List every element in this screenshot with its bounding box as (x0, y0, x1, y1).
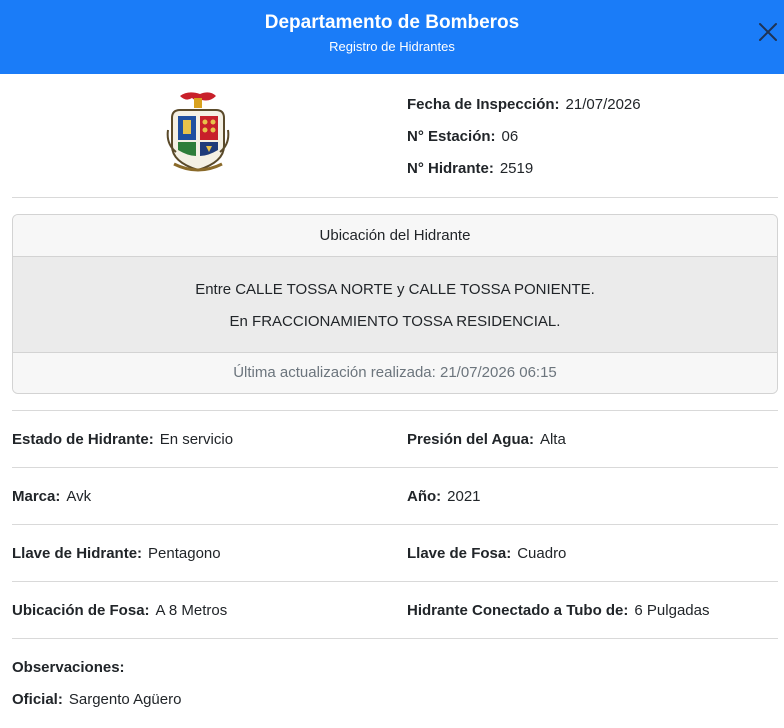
header-title: Departamento de Bomberos (264, 12, 520, 33)
brand-field: Marca: Avk (12, 485, 91, 509)
location-card: Ubicación del Hidrante Entre CALLE TOSSA… (12, 214, 778, 394)
inspection-date-value: 21/07/2026 (565, 96, 641, 113)
pit-key-field: Llave de Fosa: Cuadro (407, 542, 566, 566)
hydrant-number-label: N° Hidrante: (407, 160, 494, 177)
pipe-size-label: Hidrante Conectado a Tubo de: (407, 602, 629, 619)
hydrant-number-row: N° Hidrante: 2519 (407, 157, 641, 189)
inspection-date-label: Fecha de Inspección: (407, 96, 560, 113)
water-pressure-field: Presión del Agua: Alta (407, 428, 566, 452)
header-subtitle: Registro de Hidrantes (329, 39, 455, 54)
fire-department-logo (166, 90, 230, 174)
location-card-body: Entre CALLE TOSSA NORTE y CALLE TOSSA PO… (13, 257, 777, 353)
water-pressure-label: Presión del Agua: (407, 431, 534, 448)
water-pressure-value: Alta (539, 431, 566, 448)
location-card-header: Ubicación del Hidrante (13, 215, 777, 257)
pipe-size-field: Hidrante Conectado a Tubo de: 6 Pulgadas (407, 599, 709, 623)
pit-key-label: Llave de Fosa: (407, 545, 512, 562)
observations-field: Observaciones: (12, 656, 131, 680)
pit-location-label: Ubicación de Fosa: (12, 602, 150, 619)
officer-label: Oficial: (12, 691, 63, 708)
year-label: Año: (407, 488, 442, 505)
officer-field: Oficial: Sargento Agüero (12, 688, 181, 712)
hydrant-status-value: En servicio (159, 431, 234, 448)
modal-header: Departamento de Bomberos Registro de Hid… (0, 0, 784, 74)
hydrant-key-value: Pentagono (148, 545, 221, 562)
location-line-2: En FRACCIONAMIENTO TOSSA RESIDENCIAL. (229, 313, 561, 330)
divider (12, 581, 778, 582)
station-label: N° Estación: (407, 128, 496, 145)
pit-location-value: A 8 Metros (155, 602, 228, 619)
divider (12, 638, 778, 639)
hydrant-status-label: Estado de Hidrante: (12, 431, 154, 448)
hydrant-key-field: Llave de Hidrante: Pentagono (12, 542, 221, 566)
year-value: 2021 (447, 488, 481, 505)
hydrant-number-value: 2519 (499, 160, 534, 177)
station-row: N° Estación: 06 (407, 125, 641, 157)
hydrant-status-field: Estado de Hidrante: En servicio (12, 428, 233, 452)
year-field: Año: 2021 (407, 485, 481, 509)
last-update-text: Última actualización realizada: 21/07/20… (13, 353, 777, 393)
close-icon[interactable] (756, 20, 780, 44)
pit-location-field: Ubicación de Fosa: A 8 Metros (12, 599, 227, 623)
brand-value: Avk (66, 488, 92, 505)
station-value: 06 (501, 128, 519, 145)
brand-label: Marca: (12, 488, 61, 505)
divider (12, 410, 778, 411)
inspection-date-row: Fecha de Inspección: 21/07/2026 (407, 93, 641, 125)
inspection-info: Fecha de Inspección: 21/07/2026 N° Estaci… (407, 93, 641, 189)
location-line-1: Entre CALLE TOSSA NORTE y CALLE TOSSA PO… (195, 281, 595, 298)
summary-section: Fecha de Inspección: 21/07/2026 N° Estaci… (0, 74, 784, 198)
pipe-size-value: 6 Pulgadas (634, 602, 710, 619)
divider (12, 467, 778, 468)
officer-value: Sargento Agüero (68, 691, 182, 708)
divider (12, 197, 778, 198)
observations-label: Observaciones: (12, 659, 125, 676)
hydrant-key-label: Llave de Hidrante: (12, 545, 143, 562)
divider (12, 524, 778, 525)
pit-key-value: Cuadro (517, 545, 567, 562)
